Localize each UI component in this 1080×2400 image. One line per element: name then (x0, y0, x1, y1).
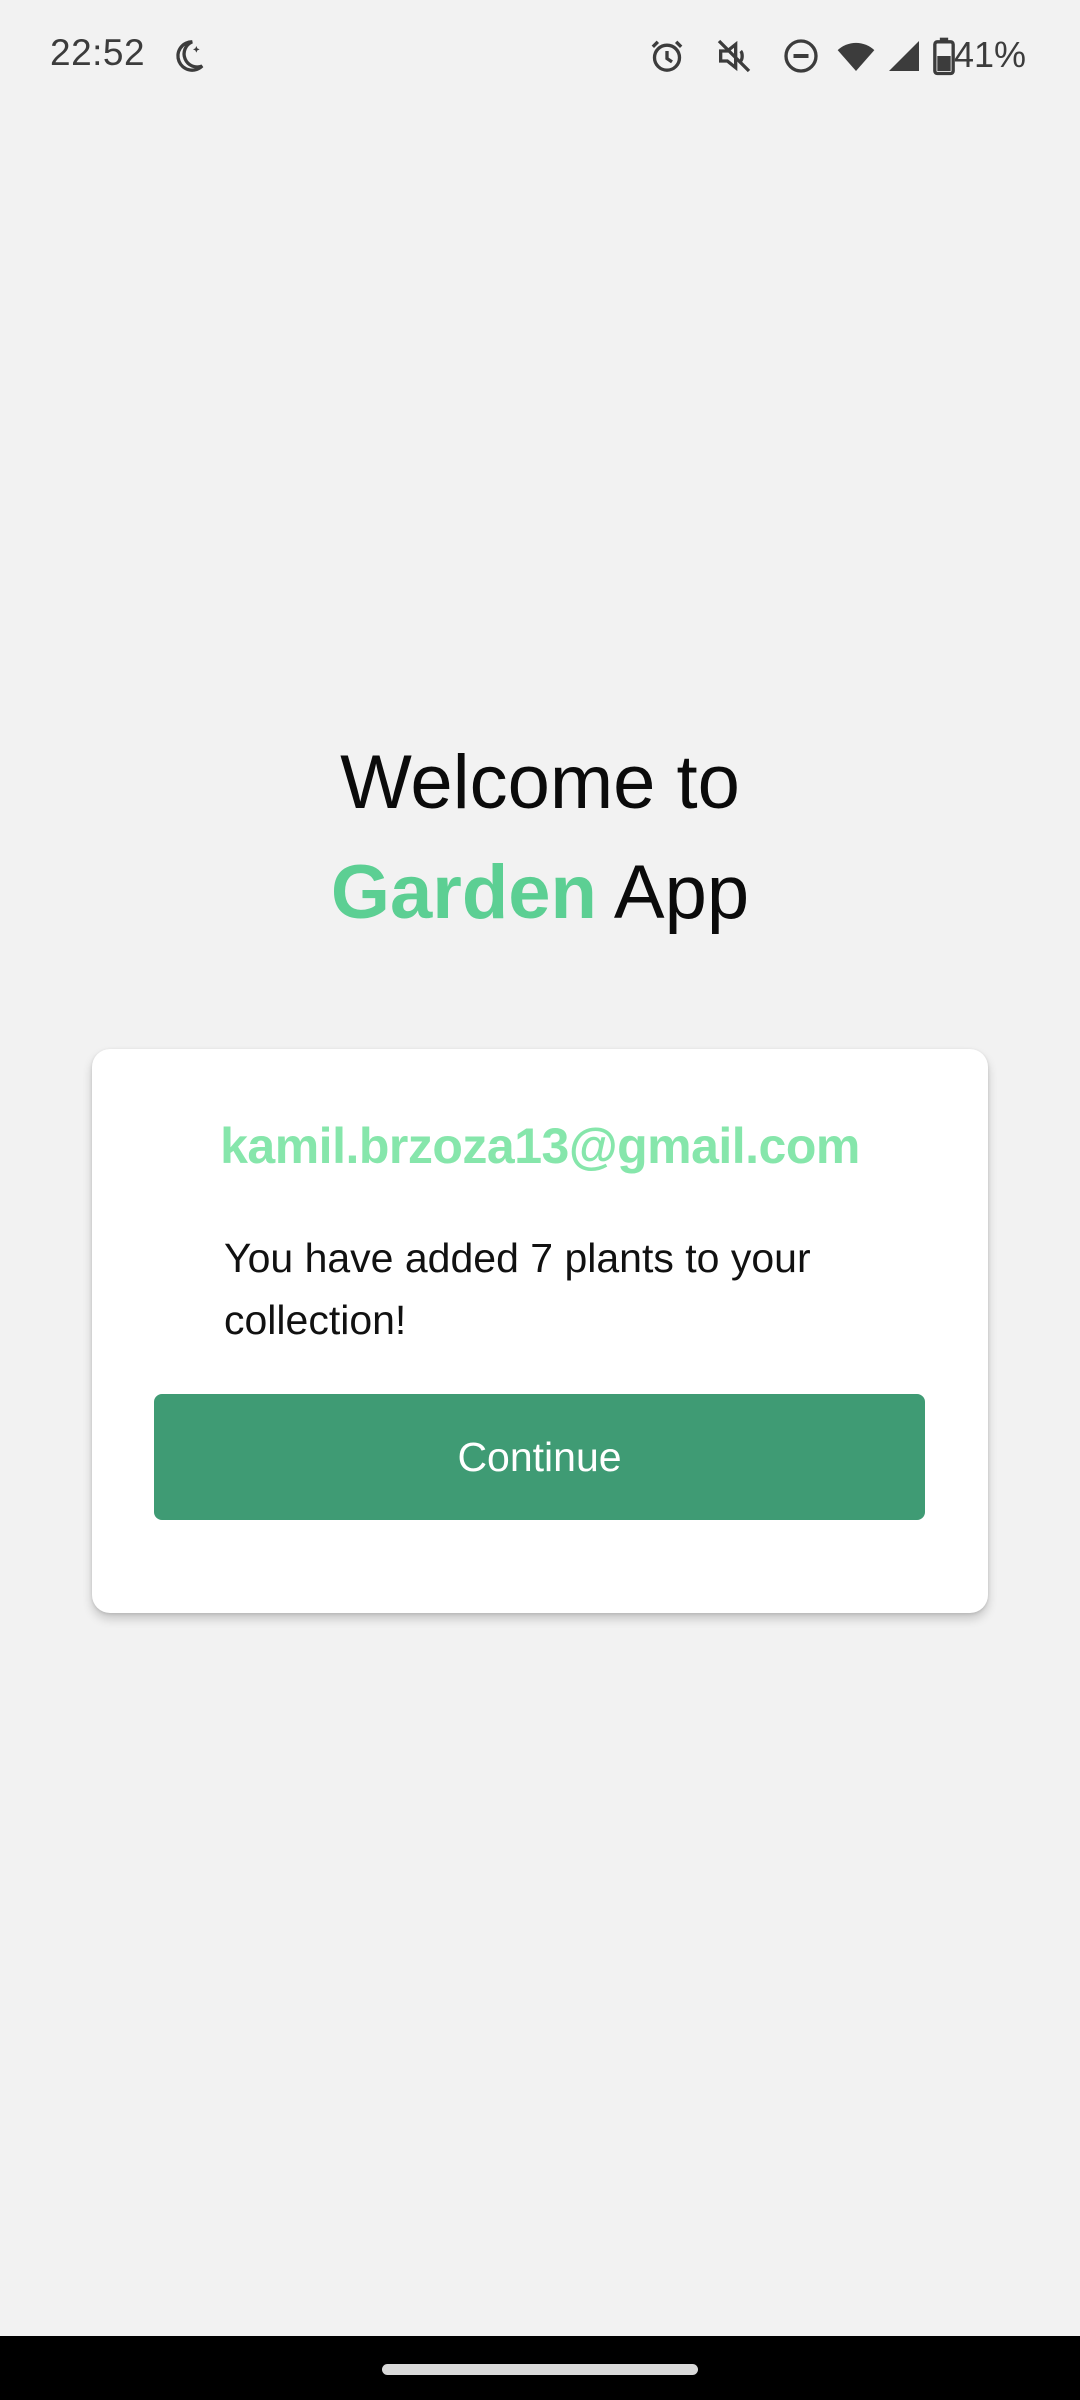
welcome-title: Welcome to (340, 740, 740, 825)
continue-button[interactable]: Continue (154, 1394, 925, 1520)
navigation-bar (0, 2336, 1080, 2400)
app-name: Garden App (0, 848, 1080, 938)
plants-added-message: You have added 7 plants to your collecti… (224, 1235, 811, 1343)
user-email: kamil.brzoza13@gmail.com (220, 1118, 860, 1174)
alarm-icon (647, 36, 687, 76)
brand-name: Garden (330, 850, 597, 935)
home-indicator[interactable] (382, 2364, 698, 2375)
summary-card: kamil.brzoza13@gmail.com You have added … (92, 1049, 988, 1613)
mute-icon (714, 36, 754, 76)
status-time: 22:52 (50, 32, 146, 73)
status-bar: 22:52 41% (0, 0, 1080, 116)
wifi-icon (836, 36, 876, 76)
do-not-disturb-icon (781, 36, 821, 76)
signal-icon (884, 36, 924, 76)
battery-percent: 41% (953, 34, 1026, 75)
moon-icon (168, 36, 208, 76)
app-word: App (613, 850, 750, 935)
